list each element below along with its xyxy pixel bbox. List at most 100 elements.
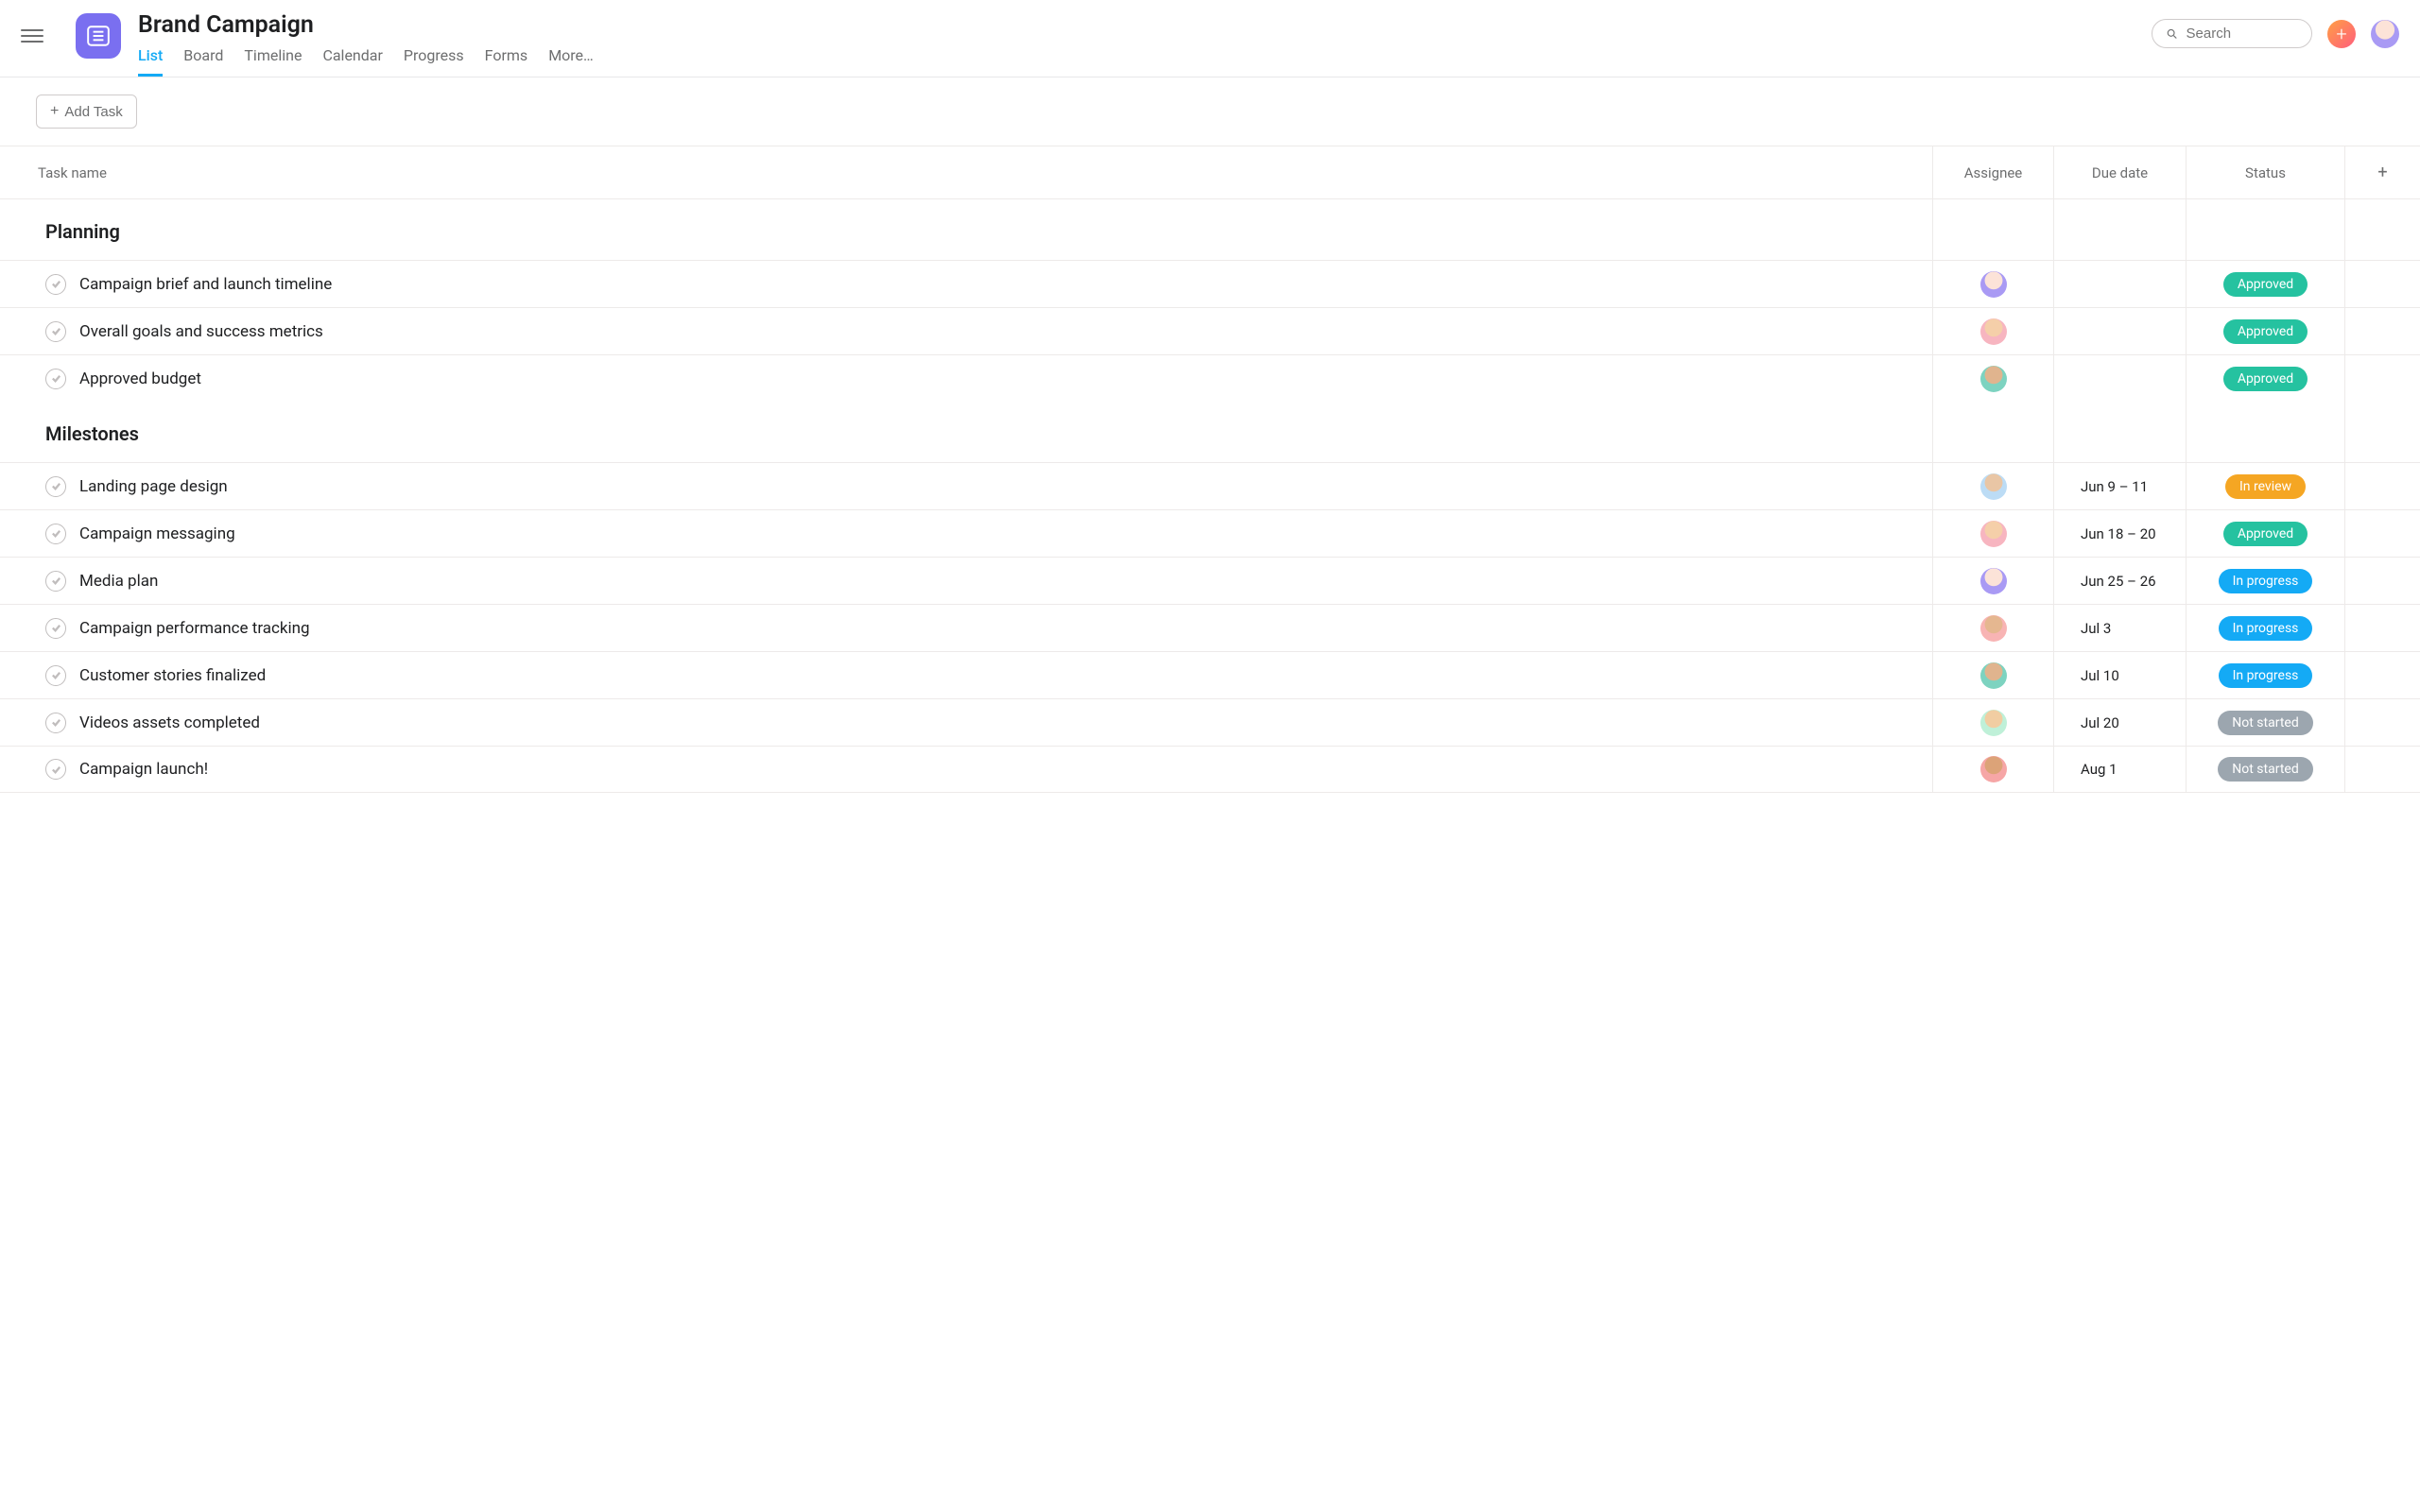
task-row[interactable]: Videos assets completed Jul 20 Not started [0, 698, 2420, 746]
status-cell[interactable]: Approved [2186, 261, 2344, 307]
assignee-avatar [1980, 521, 2007, 547]
status-badge: Not started [2218, 711, 2312, 735]
tab-forms[interactable]: Forms [485, 46, 528, 77]
user-avatar[interactable] [2371, 20, 2399, 48]
topbar: Brand Campaign List Board Timeline Calendar… [0, 0, 2420, 77]
col-header-due[interactable]: Due date [2053, 146, 2186, 198]
task-cell[interactable]: Videos assets completed [0, 713, 1932, 733]
assignee-cell[interactable] [1932, 699, 2053, 746]
section-title[interactable]: Planning [0, 199, 1932, 260]
task-row[interactable]: Landing page design Jun 9 – 11In review [0, 462, 2420, 509]
due-cell[interactable]: Jun 18 – 20 [2053, 510, 2186, 557]
project-icon[interactable] [76, 13, 121, 59]
tab-timeline[interactable]: Timeline [244, 46, 302, 77]
assignee-cell[interactable] [1932, 261, 2053, 307]
task-cell[interactable]: Campaign performance tracking [0, 618, 1932, 639]
status-cell[interactable]: In review [2186, 463, 2344, 509]
complete-toggle-icon[interactable] [45, 618, 66, 639]
extra-cell [2344, 605, 2420, 651]
assignee-cell[interactable] [1932, 558, 2053, 604]
status-cell[interactable]: Not started [2186, 747, 2344, 792]
assignee-cell[interactable] [1932, 510, 2053, 557]
assignee-cell[interactable] [1932, 308, 2053, 354]
assignee-cell[interactable] [1932, 605, 2053, 651]
add-task-button[interactable]: + Add Task [36, 94, 137, 129]
column-headers: Task name Assignee Due date Status + [0, 146, 2420, 199]
tab-progress[interactable]: Progress [404, 46, 464, 77]
assignee-cell[interactable] [1932, 463, 2053, 509]
add-column-button[interactable]: + [2344, 146, 2420, 198]
project-main: Brand Campaign List Board Timeline Calendar… [138, 11, 2152, 77]
task-row[interactable]: Media plan Jun 25 – 26In progress [0, 557, 2420, 604]
due-cell[interactable]: Jul 20 [2053, 699, 2186, 746]
task-cell[interactable]: Campaign messaging [0, 524, 1932, 544]
assignee-avatar [1980, 271, 2007, 298]
add-task-label: Add Task [64, 104, 122, 120]
due-cell[interactable]: Jul 10 [2053, 652, 2186, 698]
status-cell[interactable]: Not started [2186, 699, 2344, 746]
complete-toggle-icon[interactable] [45, 369, 66, 389]
status-cell[interactable]: Approved [2186, 510, 2344, 557]
task-cell[interactable]: Media plan [0, 571, 1932, 592]
complete-toggle-icon[interactable] [45, 713, 66, 733]
complete-toggle-icon[interactable] [45, 665, 66, 686]
search-input[interactable] [2187, 26, 2298, 42]
task-cell[interactable]: Campaign launch! [0, 759, 1932, 780]
tab-list[interactable]: List [138, 46, 163, 77]
list-icon [86, 24, 111, 48]
complete-toggle-icon[interactable] [45, 476, 66, 497]
project-title[interactable]: Brand Campaign [138, 11, 2152, 39]
search-box[interactable] [2152, 19, 2312, 48]
task-cell[interactable]: Overall goals and success metrics [0, 321, 1932, 342]
status-cell[interactable]: In progress [2186, 605, 2344, 651]
task-row[interactable]: Campaign messaging Jun 18 – 20Approved [0, 509, 2420, 557]
assignee-avatar [1980, 318, 2007, 345]
complete-toggle-icon[interactable] [45, 759, 66, 780]
search-icon [2166, 26, 2179, 42]
task-row[interactable]: Campaign brief and launch timeline Approv… [0, 260, 2420, 307]
task-name: Campaign messaging [79, 524, 235, 543]
col-header-task[interactable]: Task name [0, 164, 1932, 181]
tab-board[interactable]: Board [183, 46, 223, 77]
complete-toggle-icon[interactable] [45, 571, 66, 592]
global-add-button[interactable]: + [2327, 20, 2356, 48]
task-row[interactable]: Customer stories finalized Jul 10In progr… [0, 651, 2420, 698]
section-title[interactable]: Milestones [0, 402, 1932, 462]
status-cell[interactable]: In progress [2186, 652, 2344, 698]
tab-more[interactable]: More… [548, 46, 594, 77]
due-cell[interactable]: Jun 9 – 11 [2053, 463, 2186, 509]
status-cell[interactable]: Approved [2186, 355, 2344, 402]
assignee-cell[interactable] [1932, 747, 2053, 792]
task-row[interactable]: Approved budget Approved [0, 354, 2420, 402]
due-cell[interactable]: Jul 3 [2053, 605, 2186, 651]
menu-icon[interactable] [21, 25, 43, 47]
task-row[interactable]: Overall goals and success metrics Approve… [0, 307, 2420, 354]
due-cell[interactable]: Jun 25 – 26 [2053, 558, 2186, 604]
extra-cell [2344, 308, 2420, 354]
complete-toggle-icon[interactable] [45, 524, 66, 544]
complete-toggle-icon[interactable] [45, 321, 66, 342]
task-cell[interactable]: Customer stories finalized [0, 665, 1932, 686]
due-cell[interactable] [2053, 355, 2186, 402]
due-cell[interactable]: Aug 1 [2053, 747, 2186, 792]
task-cell[interactable]: Approved budget [0, 369, 1932, 389]
due-cell[interactable] [2053, 261, 2186, 307]
tab-calendar[interactable]: Calendar [322, 46, 382, 77]
task-row[interactable]: Campaign performance tracking Jul 3In pro… [0, 604, 2420, 651]
task-cell[interactable]: Campaign brief and launch timeline [0, 274, 1932, 295]
task-cell[interactable]: Landing page design [0, 476, 1932, 497]
status-cell[interactable]: Approved [2186, 308, 2344, 354]
col-header-status[interactable]: Status [2186, 146, 2344, 198]
extra-cell [2344, 558, 2420, 604]
assignee-cell[interactable] [1932, 355, 2053, 402]
status-cell[interactable]: In progress [2186, 558, 2344, 604]
complete-toggle-icon[interactable] [45, 274, 66, 295]
col-header-assignee[interactable]: Assignee [1932, 146, 2053, 198]
tabs: List Board Timeline Calendar Progress Forms Mo… [138, 46, 2152, 77]
assignee-cell[interactable] [1932, 652, 2053, 698]
task-list: Task name Assignee Due date Status + Pla… [0, 146, 2420, 793]
task-row[interactable]: Campaign launch! Aug 1Not started [0, 746, 2420, 793]
task-name: Campaign performance tracking [79, 619, 310, 638]
due-cell[interactable] [2053, 308, 2186, 354]
status-badge: Approved [2223, 367, 2308, 391]
